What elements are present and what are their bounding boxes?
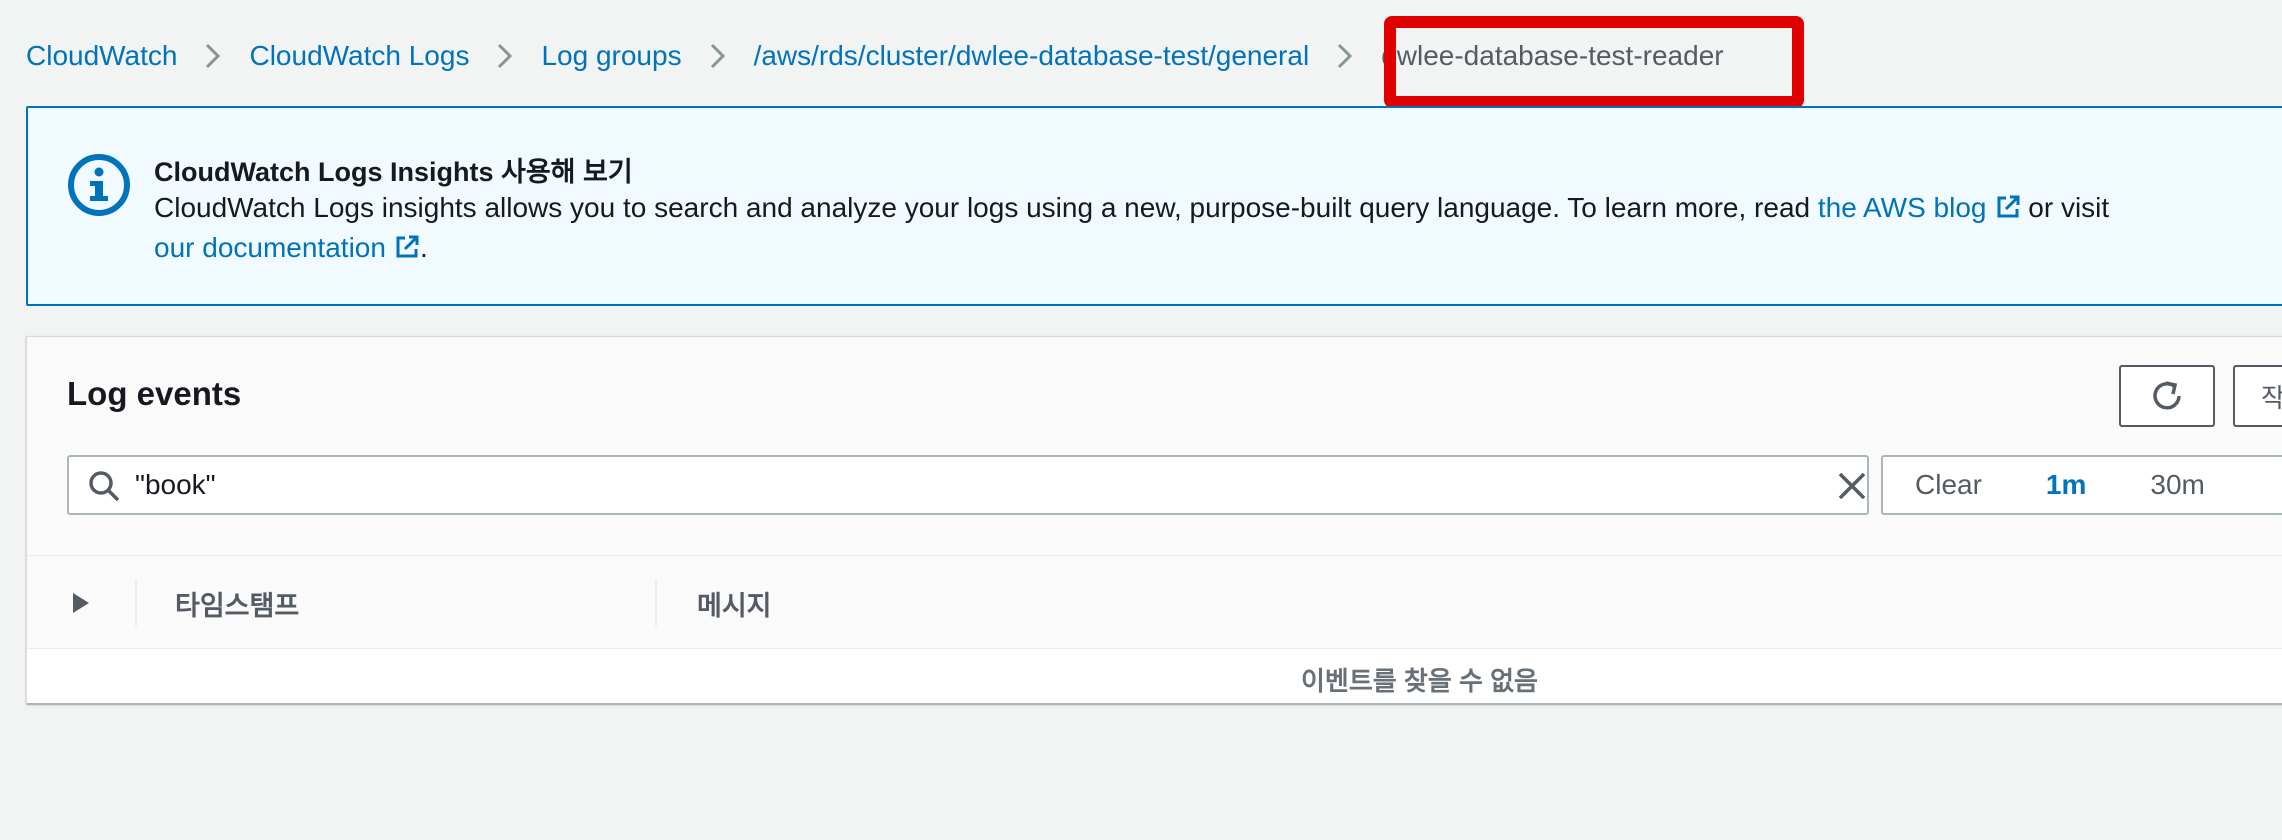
banner-text-middle: or visit <box>2020 192 2110 223</box>
column-header-message[interactable]: 메시지 <box>697 584 772 623</box>
breadcrumb-current-log-stream: dwlee-database-test-reader <box>1381 40 1724 71</box>
aws-blog-link[interactable]: the AWS blog <box>1818 192 2021 223</box>
log-events-panel: Log events 작 Clear 1m 30m <box>26 336 2282 705</box>
chevron-right-icon <box>1309 42 1381 70</box>
refresh-icon <box>2153 381 2181 410</box>
breadcrumb-cloudwatch-logs[interactable]: CloudWatch Logs <box>249 40 469 72</box>
chevron-right-icon <box>469 42 541 70</box>
banner-title: CloudWatch Logs Insights 사용해 보기 <box>154 157 633 187</box>
chevron-right-icon <box>177 42 249 70</box>
search-icon <box>89 471 120 502</box>
time-range-selector: Clear 1m 30m <box>1881 455 2282 515</box>
time-range-30m[interactable]: 30m <box>2150 469 2204 501</box>
empty-events-row: 이벤트를 찾을 수 없음 <box>27 649 2282 705</box>
banner-text-suffix: . <box>419 232 428 263</box>
chevron-right-icon <box>682 42 754 70</box>
log-events-table-header: 타임스탬프 메시지 <box>27 555 2282 649</box>
refresh-button[interactable] <box>2119 365 2215 427</box>
breadcrumb-log-groups[interactable]: Log groups <box>541 40 681 72</box>
external-link-icon <box>1997 195 2019 218</box>
filter-events-input[interactable] <box>135 461 1775 509</box>
insights-info-banner: CloudWatch Logs Insights 사용해 보기 CloudWat… <box>26 106 2282 306</box>
external-link-icon <box>396 235 419 258</box>
banner-body: CloudWatch Logs insights allows you to s… <box>154 188 2282 268</box>
info-icon <box>68 154 130 216</box>
column-header-timestamp[interactable]: 타임스탬프 <box>175 584 299 623</box>
time-range-clear[interactable]: Clear <box>1915 469 1982 501</box>
breadcrumb-log-group[interactable]: /aws/rds/cluster/dwlee-database-test/gen… <box>754 40 1310 72</box>
no-events-found-message: 이벤트를 찾을 수 없음 <box>1301 666 1538 696</box>
log-events-title: Log events <box>67 375 242 412</box>
breadcrumb: CloudWatch CloudWatch Logs Log groups /a… <box>26 30 1724 82</box>
column-divider <box>135 580 137 626</box>
caret-right-icon[interactable] <box>71 592 91 614</box>
time-range-1m[interactable]: 1m <box>2046 469 2086 501</box>
breadcrumb-cloudwatch[interactable]: CloudWatch <box>26 40 177 72</box>
column-divider <box>655 580 657 626</box>
cloudwatch-log-stream-page: CloudWatch CloudWatch Logs Log groups /a… <box>0 0 2282 840</box>
actions-button[interactable]: 작 <box>2233 365 2282 427</box>
actions-button-label: 작 <box>2261 382 2282 413</box>
banner-text-prefix: CloudWatch Logs insights allows you to s… <box>154 192 1818 223</box>
close-icon[interactable] <box>1837 471 1867 501</box>
documentation-link[interactable]: our documentation <box>154 232 420 263</box>
filter-events-search <box>67 455 1869 515</box>
